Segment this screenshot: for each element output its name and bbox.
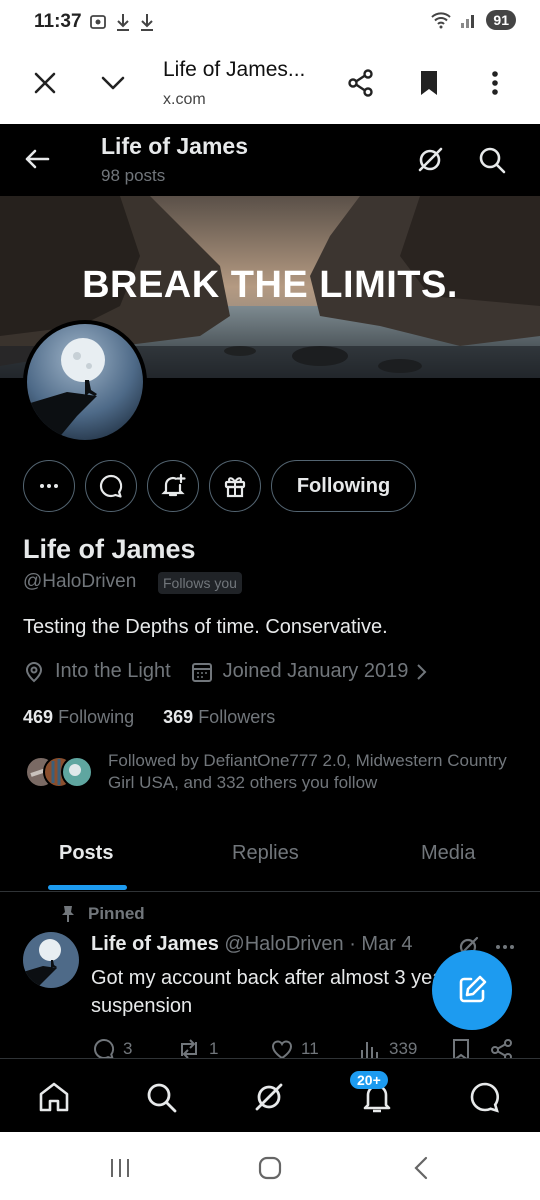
follows-you-badge: Follows you [158,572,242,594]
pinned-label: Pinned [60,904,145,924]
following-label: Following [58,707,135,727]
bookmark-icon[interactable] [414,68,444,98]
profile-name: Life of James [23,534,196,564]
status-time: 11:37 [34,11,82,32]
profile-handle: @HaloDriven [23,571,137,592]
notifications-subscribe-button[interactable] [147,460,199,512]
pin-icon [62,906,74,922]
profile-meta: Into the Light Joined January 2019 [23,660,430,683]
grok-icon[interactable] [251,1079,287,1115]
post-author-name[interactable]: Life of James [91,933,219,955]
chat-bubble-icon [99,474,123,498]
message-button[interactable] [85,460,137,512]
more-options-button[interactable] [23,460,75,512]
chevron-right-icon[interactable] [414,661,430,683]
download-icon [117,14,129,31]
repost-count: 1 [209,1039,219,1058]
tab-posts[interactable]: Posts [59,842,113,865]
active-tab-indicator [48,885,127,890]
compose-post-button[interactable] [432,950,512,1030]
followers-label: Followers [198,707,276,727]
home-icon[interactable] [36,1079,72,1115]
follow-counts: 469 Following 369 Followers [23,707,275,728]
gift-icon [224,477,246,498]
profile-location: Into the Light [55,660,171,682]
grok-icon[interactable] [414,144,446,176]
chevron-down-icon[interactable] [98,68,128,98]
recent-apps-icon[interactable] [106,1154,134,1182]
more-horizontal-icon [40,484,58,488]
system-navigation-bar [0,1132,540,1200]
views-count: 339 [389,1039,418,1058]
browser-toolbar: Life of James... x.com [0,44,540,124]
compose-icon [459,975,487,1003]
screenshot-icon [90,15,106,29]
home-button-icon[interactable] [256,1154,284,1182]
followed-by-text[interactable]: Followed by DefiantOne777 2.0, Midwester… [108,750,528,794]
header-posts-count: 98 posts [101,166,166,185]
more-horizontal-icon[interactable] [492,934,518,960]
reply-count: 3 [123,1039,133,1058]
browser-page-title: Life of James... [163,58,306,81]
status-notification-icons [88,12,156,32]
battery-indicator: 91 [486,10,516,30]
search-icon[interactable] [476,144,508,176]
post-author-handle[interactable]: @HaloDriven [224,933,343,955]
following-button[interactable]: Following [271,460,416,512]
followers-count-link[interactable]: 369 Followers [163,707,275,727]
calendar-icon [191,662,212,682]
download-icon [141,14,153,31]
tab-media[interactable]: Media [421,842,475,865]
post-header: Life of James @HaloDriven · Mar 4 [91,933,413,956]
signal-icon [461,15,475,28]
followed-by-avatars[interactable] [25,755,95,789]
header-profile-name: Life of James [101,133,248,159]
more-vertical-icon[interactable] [480,68,510,98]
profile-avatar[interactable] [23,320,147,444]
wifi-icon [431,12,452,29]
post-date[interactable]: · Mar 4 [349,933,412,955]
banner-slogan: BREAK THE LIMITS. [82,264,458,306]
post-author-avatar[interactable] [23,932,79,988]
bell-plus-icon [161,473,186,497]
profile-bio: Testing the Depths of time. Conservative… [23,616,388,638]
like-count: 11 [301,1039,319,1058]
pinned-text: Pinned [88,904,145,923]
messages-icon[interactable] [467,1079,503,1115]
status-system-icons: 91 [430,10,516,30]
close-icon[interactable] [30,68,60,98]
profile-top-bar: Life of James 98 posts [0,124,540,196]
following-count: 469 [23,707,54,727]
profile-joined-date[interactable]: Joined January 2019 [223,660,409,683]
profile-tabs: Posts Replies Media [0,830,540,892]
tab-replies[interactable]: Replies [232,842,299,865]
browser-url: x.com [163,91,206,108]
bottom-navigation: 20+ [0,1058,540,1132]
back-button-icon[interactable] [408,1154,436,1182]
followers-count: 369 [163,707,194,727]
gift-button[interactable] [209,460,261,512]
status-bar: 11:37 91 [0,0,540,44]
location-pin-icon [25,661,43,682]
search-icon[interactable] [143,1079,179,1115]
notifications-badge: 20+ [350,1071,388,1089]
back-arrow-icon[interactable] [22,144,52,174]
following-count-link[interactable]: 469 Following [23,707,134,727]
share-icon[interactable] [346,68,376,98]
